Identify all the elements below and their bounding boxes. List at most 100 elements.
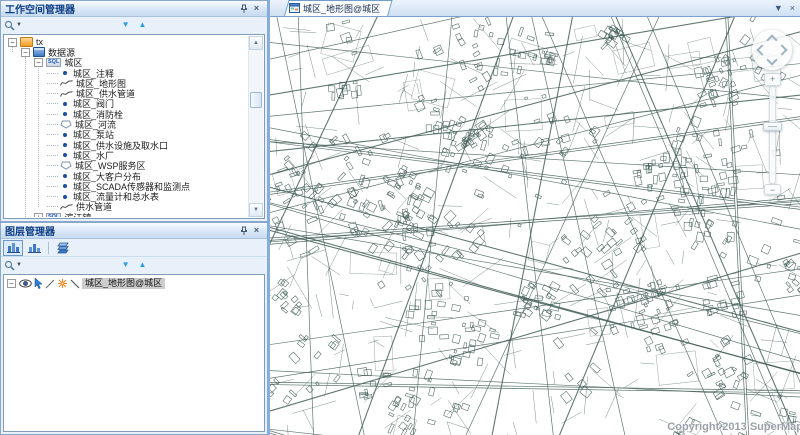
search-dropdown-button[interactable]: ▼ xyxy=(4,20,22,31)
layer-panel-titlebar[interactable]: 图层管理器 × xyxy=(1,223,267,239)
map-tab-label: 城区_地形图@城区 xyxy=(303,2,380,15)
layer-list-container: − 城区_地形图@城区 xyxy=(3,274,265,432)
tree-item-chengqu-liuliangji[interactable]: 城区_流量计和总水表 xyxy=(5,191,247,201)
workspace-tree[interactable]: −tx−数据源−SQL城区城区_注释城区_地形图城区_供水管道城区_阀门城区_消… xyxy=(5,37,247,217)
tree-item-binjiangzhen[interactable]: +SQL滨江镇 xyxy=(5,212,247,217)
point-dataset-icon xyxy=(63,102,67,106)
pan-right-icon[interactable] xyxy=(776,44,787,55)
scroll-up-icon[interactable]: ▲ xyxy=(249,36,263,50)
line-dataset-icon xyxy=(60,79,73,87)
zoom-slider-handle[interactable] xyxy=(763,122,782,131)
point-dataset-icon xyxy=(63,112,67,116)
datasources-icon xyxy=(33,47,45,57)
layer-name-label[interactable]: 城区_地形图@城区 xyxy=(82,278,165,289)
pan-left-icon[interactable] xyxy=(756,44,767,55)
map-window-icon xyxy=(289,3,300,13)
locate-up-arrow-button[interactable]: ▲ xyxy=(139,21,147,29)
locate-up-arrow-button[interactable]: ▲ xyxy=(139,261,147,269)
tree-item-datasources[interactable]: −数据源 xyxy=(5,47,247,57)
tree-branch xyxy=(47,165,58,166)
tab-list-dropdown-icon[interactable]: ▼ xyxy=(774,2,783,14)
expand-toggle-icon[interactable]: − xyxy=(34,58,43,67)
tree-item-gongshui-guandao[interactable]: 供水管道 xyxy=(5,202,247,212)
tree-guide-line xyxy=(38,68,39,207)
tree-item-chengqu-xiaofangshuan[interactable]: 城区_消防栓 xyxy=(5,109,247,119)
tab-close-icon[interactable]: × xyxy=(790,2,795,14)
layer-line-symbol-icon[interactable] xyxy=(70,279,80,289)
layer-list-view-button[interactable] xyxy=(24,240,44,256)
chevron-down-icon: ▼ xyxy=(16,22,22,28)
tree-item-tx[interactable]: − tx xyxy=(5,37,247,47)
close-icon[interactable]: × xyxy=(250,225,263,237)
locate-down-arrow-button[interactable]: ▼ xyxy=(122,21,130,29)
tree-item-chengqu-heliu[interactable]: 城区_河流 xyxy=(5,119,247,129)
pin-icon[interactable] xyxy=(237,225,250,237)
layer-panel-toolbar xyxy=(1,239,267,257)
tree-guide-line xyxy=(25,57,26,217)
pin-icon[interactable] xyxy=(237,3,250,15)
tree-item-label: tx xyxy=(36,37,43,47)
zoom-slider-track[interactable] xyxy=(769,86,776,184)
tree-branch xyxy=(47,206,58,207)
layers-stack-icon xyxy=(56,242,71,254)
tree-branch xyxy=(47,114,58,115)
tree-item-label: 滨江镇 xyxy=(64,211,91,217)
pan-down-icon[interactable] xyxy=(766,54,777,65)
workspace-panel-titlebar[interactable]: 工作空间管理器 × xyxy=(1,1,267,17)
point-dataset-icon xyxy=(63,195,67,199)
sql-datasource-icon: SQL xyxy=(46,213,61,217)
zoom-out-button[interactable]: − xyxy=(764,184,781,195)
layer-legend-view-button[interactable] xyxy=(3,240,23,256)
line-dataset-icon xyxy=(60,203,73,211)
tree-branch xyxy=(47,145,58,146)
tree-branch xyxy=(47,83,58,84)
layer-selectable-cursor-icon[interactable] xyxy=(34,278,43,289)
tree-branch xyxy=(47,186,58,187)
tree-guide-line xyxy=(12,47,13,52)
collapse-toggle-icon[interactable]: − xyxy=(7,279,16,288)
tree-item-chengqu-gongshui-guandao[interactable]: 城区_供水管道 xyxy=(5,88,247,98)
search-icon xyxy=(4,260,15,271)
tree-branch xyxy=(47,134,58,135)
layer-editable-icon[interactable] xyxy=(45,279,55,289)
map-view-area: 城区_地形图@城区 ▼ × + − Copyright 2013 SuperMa… xyxy=(268,0,800,435)
layer-snapable-icon[interactable] xyxy=(57,278,68,289)
bar-layers-icon xyxy=(7,242,20,253)
scrollbar-thumb[interactable] xyxy=(250,92,262,108)
layers-stack-button[interactable] xyxy=(53,240,73,256)
workspace-panel-title: 工作空间管理器 xyxy=(5,1,75,16)
pan-compass-control[interactable] xyxy=(752,30,792,70)
workspace-tree-container: −tx−数据源−SQL城区城区_注释城区_地形图城区_供水管道城区_阀门城区_消… xyxy=(3,34,265,219)
layer-manager-panel: 图层管理器 × xyxy=(0,222,268,435)
expand-toggle-icon[interactable]: − xyxy=(8,38,17,47)
tree-item-chengqu[interactable]: −SQL城区 xyxy=(5,58,247,68)
point-dataset-icon xyxy=(63,184,67,188)
close-icon[interactable]: × xyxy=(250,3,263,15)
zoom-in-button[interactable]: + xyxy=(764,73,781,86)
expand-toggle-icon[interactable]: − xyxy=(21,48,30,57)
tree-item-chengqu-famen[interactable]: 城区_阀门 xyxy=(5,99,247,109)
layer-search-row: ▼ ▼ ▲ xyxy=(1,257,267,273)
map-canvas[interactable] xyxy=(270,17,800,435)
chevron-down-icon: ▼ xyxy=(16,262,22,268)
point-dataset-icon xyxy=(63,143,67,147)
point-dataset-icon xyxy=(63,174,67,178)
point-dataset-icon xyxy=(63,153,67,157)
workspace-tree-scrollbar[interactable]: ▲ ▼ xyxy=(248,36,263,217)
search-icon xyxy=(4,20,15,31)
locate-down-arrow-button[interactable]: ▼ xyxy=(122,261,130,269)
pan-up-icon[interactable] xyxy=(766,34,777,45)
layer-visible-eye-icon[interactable] xyxy=(19,279,32,288)
workspace-manager-panel: 工作空间管理器 × ▼ ▼ ▲ −tx−数据源−SQL城区城区_注释城区_地形图… xyxy=(0,0,268,222)
workspace-icon xyxy=(20,37,33,47)
map-tab[interactable]: 城区_地形图@城区 xyxy=(284,0,388,16)
tree-item-chengqu-gongshuisheshi[interactable]: 城区_供水设施及取水口 xyxy=(5,140,247,150)
layer-row[interactable]: − 城区_地形图@城区 xyxy=(4,277,264,290)
tree-branch xyxy=(47,176,58,177)
expand-toggle-icon[interactable]: + xyxy=(34,213,43,217)
bar-layers-alt-icon xyxy=(28,242,41,253)
region-dataset-icon xyxy=(60,161,72,170)
tree-branch xyxy=(47,73,58,74)
search-dropdown-button[interactable]: ▼ xyxy=(4,260,22,271)
scroll-down-icon[interactable]: ▼ xyxy=(249,203,263,217)
